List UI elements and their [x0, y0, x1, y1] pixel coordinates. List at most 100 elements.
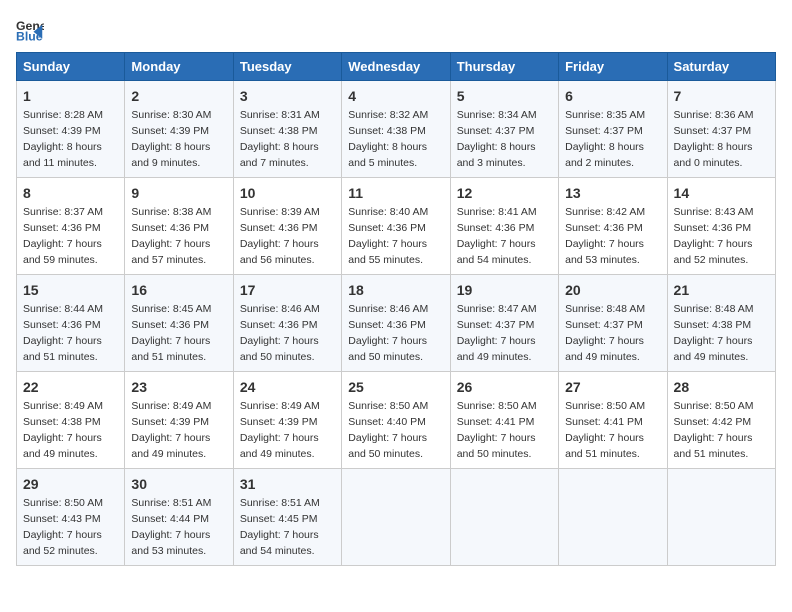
calendar-day-cell: 22 Sunrise: 8:49 AMSunset: 4:38 PMDayligh… — [17, 372, 125, 469]
day-info: Sunrise: 8:50 AMSunset: 4:40 PMDaylight:… — [348, 400, 428, 460]
day-info: Sunrise: 8:48 AMSunset: 4:37 PMDaylight:… — [565, 303, 645, 363]
calendar-week-row: 1 Sunrise: 8:28 AMSunset: 4:39 PMDaylight… — [17, 81, 776, 178]
day-number: 4 — [348, 86, 443, 106]
calendar-day-cell: 14 Sunrise: 8:43 AMSunset: 4:36 PMDayligh… — [667, 178, 775, 275]
day-number: 17 — [240, 280, 335, 300]
weekday-header: Saturday — [667, 53, 775, 81]
day-number: 3 — [240, 86, 335, 106]
calendar-day-cell: 30 Sunrise: 8:51 AMSunset: 4:44 PMDayligh… — [125, 469, 233, 566]
day-info: Sunrise: 8:50 AMSunset: 4:41 PMDaylight:… — [457, 400, 537, 460]
day-info: Sunrise: 8:31 AMSunset: 4:38 PMDaylight:… — [240, 109, 320, 169]
calendar-day-cell: 2Sunrise: 8:30 AMSunset: 4:39 PMDaylight… — [125, 81, 233, 178]
day-number: 20 — [565, 280, 660, 300]
calendar-day-cell: 29 Sunrise: 8:50 AMSunset: 4:43 PMDayligh… — [17, 469, 125, 566]
day-info: Sunrise: 8:41 AMSunset: 4:36 PMDaylight:… — [457, 206, 537, 266]
day-info: Sunrise: 8:48 AMSunset: 4:38 PMDaylight:… — [674, 303, 754, 363]
day-info: Sunrise: 8:32 AMSunset: 4:38 PMDaylight:… — [348, 109, 428, 169]
day-info: Sunrise: 8:37 AMSunset: 4:36 PMDaylight:… — [23, 206, 103, 266]
calendar-day-cell: 5 Sunrise: 8:34 AMSunset: 4:37 PMDaylight… — [450, 81, 558, 178]
day-info: Sunrise: 8:50 AMSunset: 4:41 PMDaylight:… — [565, 400, 645, 460]
day-number: 5 — [457, 86, 552, 106]
day-info: Sunrise: 8:39 AMSunset: 4:36 PMDaylight:… — [240, 206, 320, 266]
day-number: 18 — [348, 280, 443, 300]
day-info: Sunrise: 8:50 AMSunset: 4:43 PMDaylight:… — [23, 497, 103, 557]
day-number: 9 — [131, 183, 226, 203]
day-info: Sunrise: 8:49 AMSunset: 4:38 PMDaylight:… — [23, 400, 103, 460]
calendar-day-cell: 13 Sunrise: 8:42 AMSunset: 4:36 PMDayligh… — [559, 178, 667, 275]
day-info: Sunrise: 8:35 AMSunset: 4:37 PMDaylight:… — [565, 109, 645, 169]
logo: General Blue — [16, 16, 48, 44]
day-number: 19 — [457, 280, 552, 300]
calendar-day-cell: 23 Sunrise: 8:49 AMSunset: 4:39 PMDayligh… — [125, 372, 233, 469]
calendar-header: SundayMondayTuesdayWednesdayThursdayFrid… — [17, 53, 776, 81]
calendar-day-cell: 6 Sunrise: 8:35 AMSunset: 4:37 PMDaylight… — [559, 81, 667, 178]
calendar-day-cell: 10 Sunrise: 8:39 AMSunset: 4:36 PMDayligh… — [233, 178, 341, 275]
calendar-day-cell: 25Sunrise: 8:50 AMSunset: 4:40 PMDayligh… — [342, 372, 450, 469]
day-number: 14 — [674, 183, 769, 203]
calendar-day-cell: 28 Sunrise: 8:50 AMSunset: 4:42 PMDayligh… — [667, 372, 775, 469]
calendar-week-row: 8 Sunrise: 8:37 AMSunset: 4:36 PMDaylight… — [17, 178, 776, 275]
calendar-week-row: 29 Sunrise: 8:50 AMSunset: 4:43 PMDayligh… — [17, 469, 776, 566]
calendar-day-cell: 20 Sunrise: 8:48 AMSunset: 4:37 PMDayligh… — [559, 275, 667, 372]
calendar-day-cell: 27 Sunrise: 8:50 AMSunset: 4:41 PMDayligh… — [559, 372, 667, 469]
weekday-header: Tuesday — [233, 53, 341, 81]
calendar-day-cell: 18 Sunrise: 8:46 AMSunset: 4:36 PMDayligh… — [342, 275, 450, 372]
calendar-day-cell: 8 Sunrise: 8:37 AMSunset: 4:36 PMDaylight… — [17, 178, 125, 275]
calendar-day-cell: 9 Sunrise: 8:38 AMSunset: 4:36 PMDaylight… — [125, 178, 233, 275]
calendar-day-cell: 7 Sunrise: 8:36 AMSunset: 4:37 PMDaylight… — [667, 81, 775, 178]
day-number: 22 — [23, 377, 118, 397]
day-info: Sunrise: 8:51 AMSunset: 4:44 PMDaylight:… — [131, 497, 211, 557]
logo-icon: General Blue — [16, 16, 44, 44]
weekday-header: Friday — [559, 53, 667, 81]
day-info: Sunrise: 8:36 AMSunset: 4:37 PMDaylight:… — [674, 109, 754, 169]
day-number: 12 — [457, 183, 552, 203]
calendar-day-cell: 3 Sunrise: 8:31 AMSunset: 4:38 PMDaylight… — [233, 81, 341, 178]
day-number: 23 — [131, 377, 226, 397]
day-number: 6 — [565, 86, 660, 106]
day-info: Sunrise: 8:43 AMSunset: 4:36 PMDaylight:… — [674, 206, 754, 266]
day-info: Sunrise: 8:38 AMSunset: 4:36 PMDaylight:… — [131, 206, 211, 266]
calendar-day-cell — [667, 469, 775, 566]
day-number: 27 — [565, 377, 660, 397]
weekday-header: Sunday — [17, 53, 125, 81]
calendar-day-cell: 19 Sunrise: 8:47 AMSunset: 4:37 PMDayligh… — [450, 275, 558, 372]
day-number: 28 — [674, 377, 769, 397]
calendar-day-cell: 12 Sunrise: 8:41 AMSunset: 4:36 PMDayligh… — [450, 178, 558, 275]
day-info: Sunrise: 8:34 AMSunset: 4:37 PMDaylight:… — [457, 109, 537, 169]
day-number: 8 — [23, 183, 118, 203]
day-number: 13 — [565, 183, 660, 203]
day-number: 10 — [240, 183, 335, 203]
calendar-day-cell: 15 Sunrise: 8:44 AMSunset: 4:36 PMDayligh… — [17, 275, 125, 372]
day-info: Sunrise: 8:40 AMSunset: 4:36 PMDaylight:… — [348, 206, 428, 266]
day-info: Sunrise: 8:50 AMSunset: 4:42 PMDaylight:… — [674, 400, 754, 460]
calendar-day-cell: 11 Sunrise: 8:40 AMSunset: 4:36 PMDayligh… — [342, 178, 450, 275]
calendar-day-cell: 17Sunrise: 8:46 AMSunset: 4:36 PMDayligh… — [233, 275, 341, 372]
day-number: 16 — [131, 280, 226, 300]
day-info: Sunrise: 8:28 AMSunset: 4:39 PMDaylight:… — [23, 109, 103, 169]
day-number: 30 — [131, 474, 226, 494]
calendar-table: SundayMondayTuesdayWednesdayThursdayFrid… — [16, 52, 776, 566]
day-number: 15 — [23, 280, 118, 300]
day-info: Sunrise: 8:49 AMSunset: 4:39 PMDaylight:… — [131, 400, 211, 460]
day-number: 26 — [457, 377, 552, 397]
weekday-header: Monday — [125, 53, 233, 81]
day-info: Sunrise: 8:46 AMSunset: 4:36 PMDaylight:… — [348, 303, 428, 363]
calendar-day-cell: 24Sunrise: 8:49 AMSunset: 4:39 PMDayligh… — [233, 372, 341, 469]
svg-text:Blue: Blue — [16, 30, 43, 44]
day-number: 29 — [23, 474, 118, 494]
calendar-week-row: 22 Sunrise: 8:49 AMSunset: 4:38 PMDayligh… — [17, 372, 776, 469]
day-number: 11 — [348, 183, 443, 203]
calendar-day-cell: 4 Sunrise: 8:32 AMSunset: 4:38 PMDaylight… — [342, 81, 450, 178]
day-info: Sunrise: 8:45 AMSunset: 4:36 PMDaylight:… — [131, 303, 211, 363]
day-number: 31 — [240, 474, 335, 494]
day-number: 7 — [674, 86, 769, 106]
calendar-day-cell: 31Sunrise: 8:51 AMSunset: 4:45 PMDayligh… — [233, 469, 341, 566]
day-info: Sunrise: 8:49 AMSunset: 4:39 PMDaylight:… — [240, 400, 320, 460]
calendar-day-cell: 26 Sunrise: 8:50 AMSunset: 4:41 PMDayligh… — [450, 372, 558, 469]
day-info: Sunrise: 8:47 AMSunset: 4:37 PMDaylight:… — [457, 303, 537, 363]
calendar-week-row: 15 Sunrise: 8:44 AMSunset: 4:36 PMDayligh… — [17, 275, 776, 372]
day-number: 1 — [23, 86, 118, 106]
day-info: Sunrise: 8:42 AMSunset: 4:36 PMDaylight:… — [565, 206, 645, 266]
calendar-day-cell: 1 Sunrise: 8:28 AMSunset: 4:39 PMDaylight… — [17, 81, 125, 178]
day-info: Sunrise: 8:44 AMSunset: 4:36 PMDaylight:… — [23, 303, 103, 363]
